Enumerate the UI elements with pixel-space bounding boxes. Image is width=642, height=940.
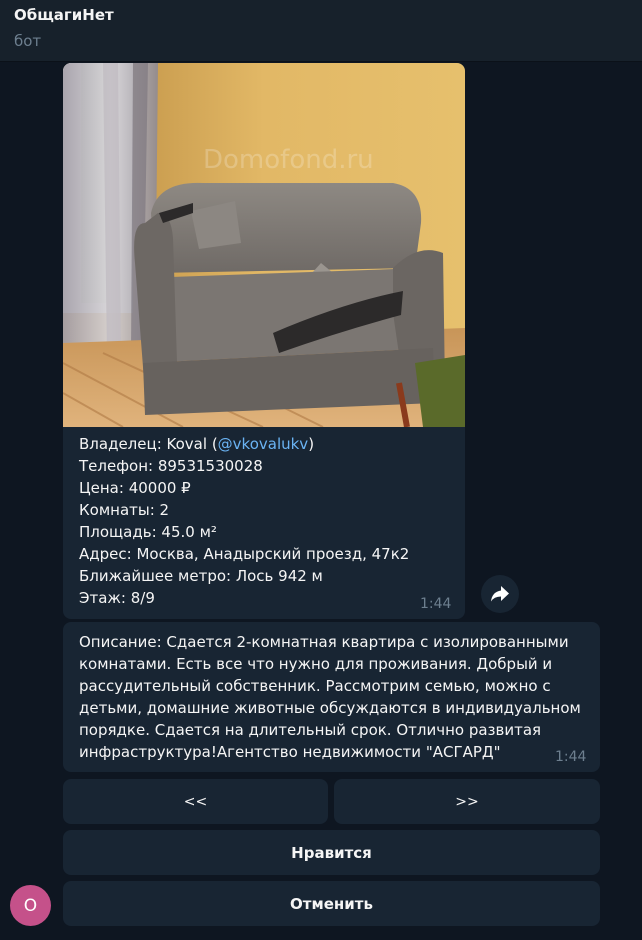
chat-header[interactable]: ОбщагиНет бот bbox=[0, 0, 642, 62]
avatar[interactable]: О bbox=[10, 885, 51, 926]
share-button[interactable] bbox=[481, 575, 519, 613]
owner-username-link[interactable]: @vkovalukv bbox=[218, 435, 309, 453]
prev-button[interactable]: << bbox=[63, 779, 328, 824]
next-button[interactable]: >> bbox=[334, 779, 600, 824]
share-arrow-icon bbox=[491, 586, 509, 602]
message-time: 1:44 bbox=[420, 596, 452, 612]
price-line: Цена: 40000 ₽ bbox=[79, 479, 191, 497]
watermark-text: Domofond.ru bbox=[203, 145, 374, 175]
description-message: Описание: Сдается 2-комнатная квартира с… bbox=[63, 622, 600, 772]
rooms-line: Комнаты: 2 bbox=[79, 501, 170, 519]
like-button[interactable]: Нравится bbox=[63, 830, 600, 875]
cancel-button[interactable]: Отменить bbox=[63, 881, 600, 926]
listing-message: Domofond.ru Владелец: Koval (@vkovalukv)… bbox=[63, 63, 465, 619]
floor-line: Этаж: 8/9 bbox=[79, 589, 155, 607]
area-line: Площадь: 45.0 м² bbox=[79, 523, 217, 541]
message-time: 1:44 bbox=[555, 749, 587, 765]
apartment-photo[interactable]: Domofond.ru bbox=[63, 63, 465, 427]
metro-line: Ближайшее метро: Лось 942 м bbox=[79, 567, 323, 585]
description-text: Описание: Сдается 2-комнатная квартира с… bbox=[79, 633, 581, 761]
chat-title: ОбщагиНет bbox=[14, 6, 114, 24]
owner-line: Владелец: Koval (@vkovalukv) bbox=[79, 435, 315, 453]
listing-details: Владелец: Koval (@vkovalukv) Телефон: 89… bbox=[79, 433, 449, 609]
phone-line: Телефон: 89531530028 bbox=[79, 457, 263, 475]
address-line: Адрес: Москва, Анадырский проезд, 47к2 bbox=[79, 545, 410, 563]
chat-subtitle: бот bbox=[14, 32, 42, 50]
